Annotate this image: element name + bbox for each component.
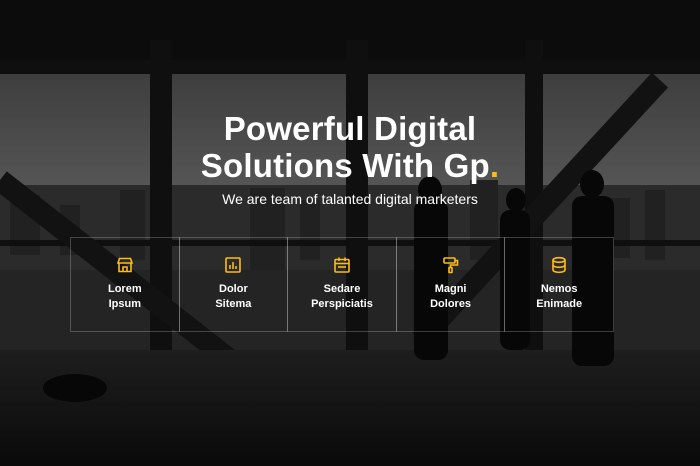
feature-label: Magni Dolores [430, 283, 472, 310]
feature-card-sedare-perspiciatis[interactable]: Sedare Perspiciatis [287, 237, 397, 332]
dark-overlay [0, 0, 700, 466]
store-icon [116, 257, 133, 273]
feature-card-lorem-ipsum[interactable]: Lorem Ipsum [70, 237, 180, 332]
feature-label: Lorem Ipsum [107, 283, 142, 310]
database-icon [552, 256, 566, 274]
feature-list: Lorem Ipsum Dolor Sitema Sedare Perspici… [70, 237, 614, 332]
hero-title-line2: Solutions With Gp [200, 147, 490, 184]
bar-chart-icon [225, 257, 242, 273]
hero-title-dot: . [489, 147, 500, 184]
feature-label: Nemos Enimade [536, 283, 583, 310]
feature-card-dolor-sitema[interactable]: Dolor Sitema [178, 237, 289, 332]
paint-roller-icon [442, 257, 458, 274]
hero-section: Powerful Digital Solutions With Gp. We a… [0, 0, 700, 466]
hero-title: Powerful Digital Solutions With Gp. [0, 110, 700, 184]
feature-label: Dolor Sitema [215, 283, 252, 310]
feature-card-nemos-enimade[interactable]: Nemos Enimade [504, 237, 614, 332]
hero-subtitle: We are team of talanted digital marketer… [222, 191, 478, 207]
feature-card-magni-dolores[interactable]: Magni Dolores [395, 237, 506, 332]
calendar-icon [334, 257, 350, 273]
feature-label: Sedare Perspiciatis [311, 283, 373, 310]
hero-title-line1: Powerful Digital [223, 110, 477, 147]
